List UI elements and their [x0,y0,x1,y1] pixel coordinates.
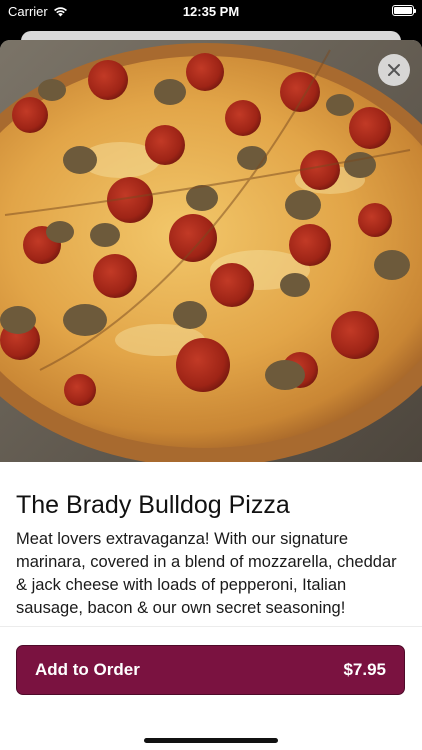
close-icon [388,64,400,76]
home-indicator [144,738,278,743]
item-content: The Brady Bulldog Pizza Meat lovers extr… [0,462,422,620]
item-description: Meat lovers extravaganza! With our signa… [16,530,397,617]
close-button[interactable] [378,54,410,86]
item-price: $7.95 [343,660,386,679]
pizza-photo [0,40,422,462]
add-to-order-label: Add to Order [35,660,140,679]
item-title: The Brady Bulldog Pizza [16,491,290,519]
battery-level [394,7,412,14]
status-bar: Carrier 12:35 PM [0,0,422,24]
bottom-bar: Add to Order $7.95 [0,626,422,750]
battery-icon [392,5,416,16]
screen: Carrier 12:35 PM The Brady Bulldog Pizza… [0,0,422,750]
status-time: 12:35 PM [182,4,240,19]
add-to-order-button[interactable]: Add to Order $7.95 [16,645,405,695]
item-hero [0,40,422,462]
